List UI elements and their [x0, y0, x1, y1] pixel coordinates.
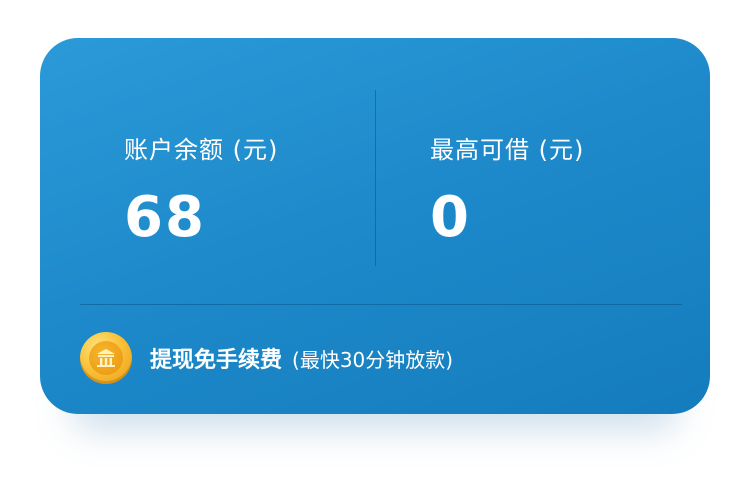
max-borrow-stat[interactable]: 最高可借 (元) 0 [430, 134, 584, 248]
promo-note: (最快30分钟放款) [292, 347, 454, 372]
coin-symbol-icon [97, 349, 115, 367]
promo-title: 提现免手续费 [150, 348, 283, 373]
balance-label: 账户余额 (元) [124, 136, 279, 164]
max-borrow-value: 0 [430, 185, 471, 250]
horizontal-divider [80, 304, 682, 305]
promo-banner[interactable]: 提现免手续费 (最快30分钟放款) [80, 332, 453, 384]
balance-value: 68 [124, 185, 206, 250]
stage: 账户余额 (元) 68 最高可借 (元) 0 提现免手续费 (最快30分钟放款) [0, 0, 750, 490]
coin-face [89, 341, 123, 375]
vertical-divider [375, 90, 376, 266]
account-card[interactable]: 账户余额 (元) 68 最高可借 (元) 0 提现免手续费 (最快30分钟放款) [40, 38, 710, 414]
balance-stat[interactable]: 账户余额 (元) 68 [124, 134, 278, 248]
coin-icon [80, 332, 132, 384]
max-borrow-label: 最高可借 (元) [430, 136, 585, 164]
